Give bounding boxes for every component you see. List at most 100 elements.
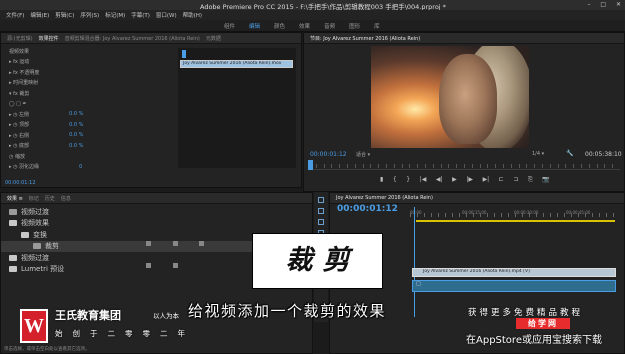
quality-select-value: 1/4 <box>532 151 541 157</box>
workspace-tab-effects[interactable]: 效果 <box>299 22 310 30</box>
tree-item-label: 裁剪 <box>45 242 59 251</box>
tab-source[interactable]: 源:(无剪辑) <box>7 35 33 42</box>
effect-row-label: ▸ ◷ 顶部 <box>9 122 30 129</box>
timeline-playhead[interactable] <box>414 207 415 317</box>
timeline-ruler[interactable]: 00:00 00:00:15:00 00:00:30:00 00:00:45:0… <box>410 210 620 220</box>
ruler-tick <box>315 164 317 168</box>
menu-edit[interactable]: 编辑(E) <box>30 11 49 19</box>
workspace-tab-libraries[interactable]: 库 <box>374 22 380 30</box>
export-frame-icon[interactable]: ⎘ <box>528 176 533 188</box>
ruler-tick <box>565 164 567 168</box>
menu-bar: 文件(F) 编辑(E) 剪辑(C) 序列(S) 标记(M) 字幕(T) 窗口(W… <box>0 10 625 20</box>
work-area-bar[interactable] <box>416 220 615 222</box>
workspace-tab-color[interactable]: 颜色 <box>274 22 285 30</box>
folder-icon <box>9 208 17 215</box>
camera-icon[interactable]: 📷 <box>542 176 549 188</box>
program-monitor-tabbar: 节目: Joy Alvarez Summer 2016 (Aliota Rein… <box>304 33 624 44</box>
tab-markers[interactable]: 标记 <box>29 195 39 202</box>
effect-controls-playhead[interactable] <box>182 50 186 58</box>
ruler-tick <box>424 213 425 217</box>
ruler-tick <box>612 164 614 168</box>
program-scrubber[interactable] <box>308 160 620 170</box>
ruler-tick <box>588 164 590 168</box>
ruler-tick <box>494 213 495 217</box>
timeline-audio-clip[interactable]: □ <box>412 280 616 292</box>
effect-icon <box>33 243 41 250</box>
ruler-tick <box>386 164 387 168</box>
ruler-tick <box>581 164 582 168</box>
menu-window[interactable]: 窗口(W) <box>156 11 177 19</box>
add-marker-icon[interactable]: ▮ <box>380 176 383 188</box>
ruler-tick <box>578 213 579 217</box>
tab-audio-mixer[interactable]: 音频剪辑混合器: Joy Alvarez Summer 2016 (Aliota… <box>65 35 200 42</box>
ruler-tick <box>508 213 509 217</box>
mark-in-icon[interactable]: { <box>393 176 397 188</box>
effect-row-label: ▸ fx 运动 <box>9 59 30 66</box>
selection-tool-icon[interactable] <box>318 197 324 203</box>
lift-icon[interactable]: ⊏ <box>499 176 504 188</box>
menu-title[interactable]: 字幕(T) <box>131 11 150 19</box>
tab-effects[interactable]: 效果 ≡ <box>7 195 23 202</box>
track-select-tool-icon[interactable] <box>318 208 324 214</box>
menu-help[interactable]: 帮助(H) <box>183 11 202 19</box>
crop-left-value[interactable]: 0.0 % <box>69 111 83 117</box>
program-timecode-current[interactable]: 00:00:01:12 <box>310 151 347 158</box>
effect-row-label: ◯ □ ✒ <box>9 100 27 107</box>
ruler-tick <box>526 164 528 168</box>
step-forward-icon[interactable]: |▶ <box>466 176 473 188</box>
effect-row-label: ▸ ◷ 左侧 <box>9 111 30 118</box>
extract-icon[interactable]: ⊐ <box>513 176 518 188</box>
ruler-tick <box>585 213 586 217</box>
tab-history[interactable]: 历史 <box>45 195 55 202</box>
menu-clip[interactable]: 剪辑(C) <box>55 11 74 19</box>
menu-file[interactable]: 文件(F) <box>6 11 24 19</box>
ruler-tick <box>393 164 395 168</box>
maximize-button[interactable]: □ <box>600 1 606 8</box>
crop-top-value[interactable]: 0.0 % <box>69 122 83 128</box>
menu-sequence[interactable]: 序列(S) <box>80 11 99 19</box>
quality-select[interactable]: 1/4 ▾ <box>532 151 544 157</box>
tree-item-video-transitions[interactable]: 视频过渡 <box>1 206 312 218</box>
ruler-tick <box>515 213 516 217</box>
tab-metadata[interactable]: 元数据 <box>206 35 221 42</box>
ruler-tick <box>522 213 523 217</box>
workspace-tab-audio[interactable]: 音频 <box>324 22 335 30</box>
workspace-tab-assembly[interactable]: 组件 <box>224 22 235 30</box>
effect-controls-timecode[interactable]: 00:00:01:12 <box>5 180 36 186</box>
timeline-video-clip[interactable]: Joy Alvarez Summer 2016 (Aliota Rein).mp… <box>412 268 616 277</box>
ripple-edit-tool-icon[interactable] <box>318 219 324 225</box>
tab-sequence[interactable]: Joy Alvarez Summer 2016 (Aliota Rein) <box>336 195 433 201</box>
go-to-out-icon[interactable]: ▶| <box>483 176 490 188</box>
tab-effect-controls[interactable]: 效果控件 <box>39 35 59 42</box>
ruler-tick <box>536 213 537 217</box>
tab-program[interactable]: 节目: Joy Alvarez Summer 2016 (Aliota Rein… <box>310 35 420 42</box>
menu-marker[interactable]: 标记(M) <box>105 11 125 19</box>
ruler-tick <box>604 164 606 168</box>
timeline-timecode[interactable]: 00:00:01:12 <box>337 204 398 214</box>
mark-out-icon[interactable]: } <box>406 176 410 188</box>
workspace-tab-editing[interactable]: 编辑 <box>249 22 260 30</box>
play-icon[interactable]: ▶ <box>452 176 457 188</box>
effect-controls-clip[interactable]: Joy Alvarez Summer 2016 (Aliota Rein).mo… <box>180 60 293 68</box>
video-subject-face <box>439 54 497 144</box>
wrench-icon[interactable]: 🔧 <box>566 150 573 157</box>
program-playhead[interactable] <box>308 160 313 170</box>
folder-icon <box>9 220 17 227</box>
ruler-tick <box>425 164 426 168</box>
feather-edges-value[interactable]: 0 <box>79 164 82 170</box>
fit-select[interactable]: 适合 ▾ <box>356 151 370 158</box>
go-to-in-icon[interactable]: |◀ <box>420 176 427 188</box>
workspace-tab-graphics[interactable]: 图形 <box>349 22 360 30</box>
ruler-tick <box>534 164 536 168</box>
ruler-tick <box>409 164 411 168</box>
step-back-icon[interactable]: ◀| <box>436 176 443 188</box>
ruler-tick <box>510 164 512 168</box>
tab-info[interactable]: 信息 <box>61 195 71 202</box>
ruler-tick <box>606 213 607 217</box>
crop-bottom-value[interactable]: 0.0 % <box>69 143 83 149</box>
crop-right-value[interactable]: 0.0 % <box>69 132 83 138</box>
minimize-button[interactable]: – <box>587 1 590 8</box>
promo-line-1: 获得更多免费精品教程 <box>468 308 584 318</box>
close-button[interactable]: ✕ <box>616 1 621 8</box>
tree-item-video-effects[interactable]: 视频效果 <box>1 218 312 230</box>
